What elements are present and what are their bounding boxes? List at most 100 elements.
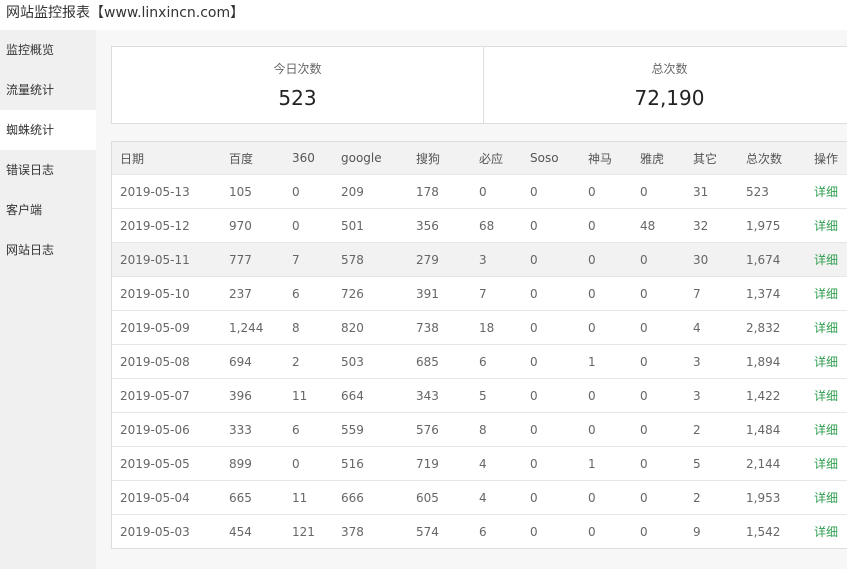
cell-date: 2019-05-11	[112, 242, 221, 277]
cell-360: 8	[284, 310, 333, 345]
cell-action: 详细	[806, 480, 847, 515]
cell-total: 1,422	[738, 378, 806, 413]
sidebar-item-site-log[interactable]: 网站日志	[0, 230, 96, 270]
cell-sogou: 391	[408, 276, 471, 311]
sidebar-item-traffic[interactable]: 流量统计	[0, 70, 96, 110]
cell-google: 209	[333, 174, 408, 209]
main-content: 今日次数 523 总次数 72,190 日期 百度 360 google 搜狗	[96, 30, 847, 569]
detail-link[interactable]: 详细	[814, 491, 838, 505]
cell-total: 1,953	[738, 480, 806, 515]
cell-shenma: 0	[580, 310, 632, 345]
cell-google: 516	[333, 446, 408, 481]
detail-link[interactable]: 详细	[814, 287, 838, 301]
header-baidu: 百度	[221, 142, 284, 175]
cell-360: 11	[284, 378, 333, 413]
cell-soso: 0	[522, 174, 580, 209]
cell-yahoo: 0	[632, 242, 685, 277]
cell-bing: 4	[471, 446, 522, 481]
cell-other: 31	[685, 174, 738, 209]
cell-baidu: 665	[221, 480, 284, 515]
cell-360: 11	[284, 480, 333, 515]
cell-yahoo: 0	[640, 524, 648, 539]
stat-total: 总次数 72,190	[483, 47, 847, 123]
detail-link[interactable]: 详细	[814, 253, 838, 267]
table-row: 2019-05-03 454 121 378 574 6 0 0 0 9 1,542 详细	[112, 515, 847, 549]
detail-link[interactable]: 详细	[814, 525, 838, 539]
cell-sogou: 576	[408, 412, 471, 447]
cell-other: 7	[685, 276, 738, 311]
detail-link[interactable]: 详细	[814, 185, 838, 199]
cell-360: 121	[292, 524, 315, 539]
sidebar-item-client[interactable]: 客户端	[0, 190, 96, 230]
stat-today-label: 今日次数	[273, 62, 322, 76]
cell-bing: 7	[471, 276, 522, 311]
cell-yahoo: 0	[632, 310, 685, 345]
detail-link[interactable]: 详细	[814, 355, 838, 369]
cell-action: 详细	[806, 174, 847, 209]
cell-date: 2019-05-06	[112, 412, 221, 447]
cell-action: 详细	[806, 515, 847, 549]
table-row: 2019-05-13 105 0 209 178 0 0 0 0 31 523 详细	[112, 174, 847, 209]
cell-google: 666	[333, 480, 408, 515]
cell-yahoo: 48	[632, 208, 685, 243]
cell-360: 7	[284, 242, 333, 277]
cell-google: 378	[341, 524, 364, 539]
detail-link[interactable]: 详细	[814, 321, 838, 335]
cell-bing: 18	[471, 310, 522, 345]
cell-baidu: 694	[221, 344, 284, 379]
cell-google: 559	[333, 412, 408, 447]
sidebar: 监控概览 流量统计 蜘蛛统计 错误日志 客户端 网站日志	[0, 30, 96, 569]
spider-table: 日期 百度 360 google 搜狗 必应 Soso 神马 雅虎 其它 总次数…	[112, 142, 847, 548]
cell-360: 0	[284, 208, 333, 243]
cell-google: 726	[333, 276, 408, 311]
cell-shenma: 1	[580, 344, 632, 379]
cell-date: 2019-05-09	[112, 310, 221, 345]
cell-other: 9	[693, 524, 701, 539]
cell-yahoo: 0	[632, 480, 685, 515]
cell-other: 5	[685, 446, 738, 481]
header-other: 其它	[685, 142, 738, 175]
cell-google: 578	[333, 242, 408, 277]
cell-360: 0	[284, 446, 333, 481]
detail-link[interactable]: 详细	[814, 219, 838, 233]
table-row: 2019-05-06 333 6 559 576 8 0 0 0 2 1,484 详细	[112, 412, 847, 447]
cell-date: 2019-05-10	[112, 276, 221, 311]
header-yahoo: 雅虎	[632, 142, 685, 175]
detail-link[interactable]: 详细	[814, 423, 838, 437]
detail-link[interactable]: 详细	[814, 457, 838, 471]
cell-action: 详细	[806, 208, 847, 243]
cell-sogou: 605	[408, 480, 471, 515]
cell-total: 2,144	[738, 446, 806, 481]
cell-date: 2019-05-03	[120, 524, 190, 539]
cell-shenma: 0	[580, 378, 632, 413]
cell-baidu: 105	[221, 174, 284, 209]
cell-yahoo: 0	[632, 344, 685, 379]
cell-action: 详细	[806, 276, 847, 311]
cell-shenma: 0	[580, 412, 632, 447]
cell-soso: 0	[522, 412, 580, 447]
sidebar-item-spider[interactable]: 蜘蛛统计	[0, 110, 96, 150]
cell-sogou: 279	[408, 242, 471, 277]
table-row: 2019-05-04 665 11 666 605 4 0 0 0 2 1,953 详细	[112, 480, 847, 515]
cell-google: 503	[333, 344, 408, 379]
sidebar-item-errors[interactable]: 错误日志	[0, 150, 96, 190]
cell-google: 501	[333, 208, 408, 243]
cell-soso: 0	[522, 242, 580, 277]
cell-bing: 6	[471, 344, 522, 379]
cell-bing: 4	[471, 480, 522, 515]
cell-soso: 0	[522, 344, 580, 379]
cell-360: 0	[284, 174, 333, 209]
cell-total: 1,894	[738, 344, 806, 379]
cell-action: 详细	[806, 378, 847, 413]
cell-shenma: 0	[580, 480, 632, 515]
sidebar-item-overview[interactable]: 监控概览	[0, 30, 96, 70]
cell-other: 3	[685, 344, 738, 379]
cell-date: 2019-05-13	[112, 174, 221, 209]
cell-other: 3	[685, 378, 738, 413]
header-google: google	[333, 142, 408, 175]
cell-soso: 0	[522, 208, 580, 243]
cell-yahoo: 0	[632, 412, 685, 447]
cell-date: 2019-05-05	[112, 446, 221, 481]
header-date: 日期	[112, 142, 221, 175]
detail-link[interactable]: 详细	[814, 389, 838, 403]
